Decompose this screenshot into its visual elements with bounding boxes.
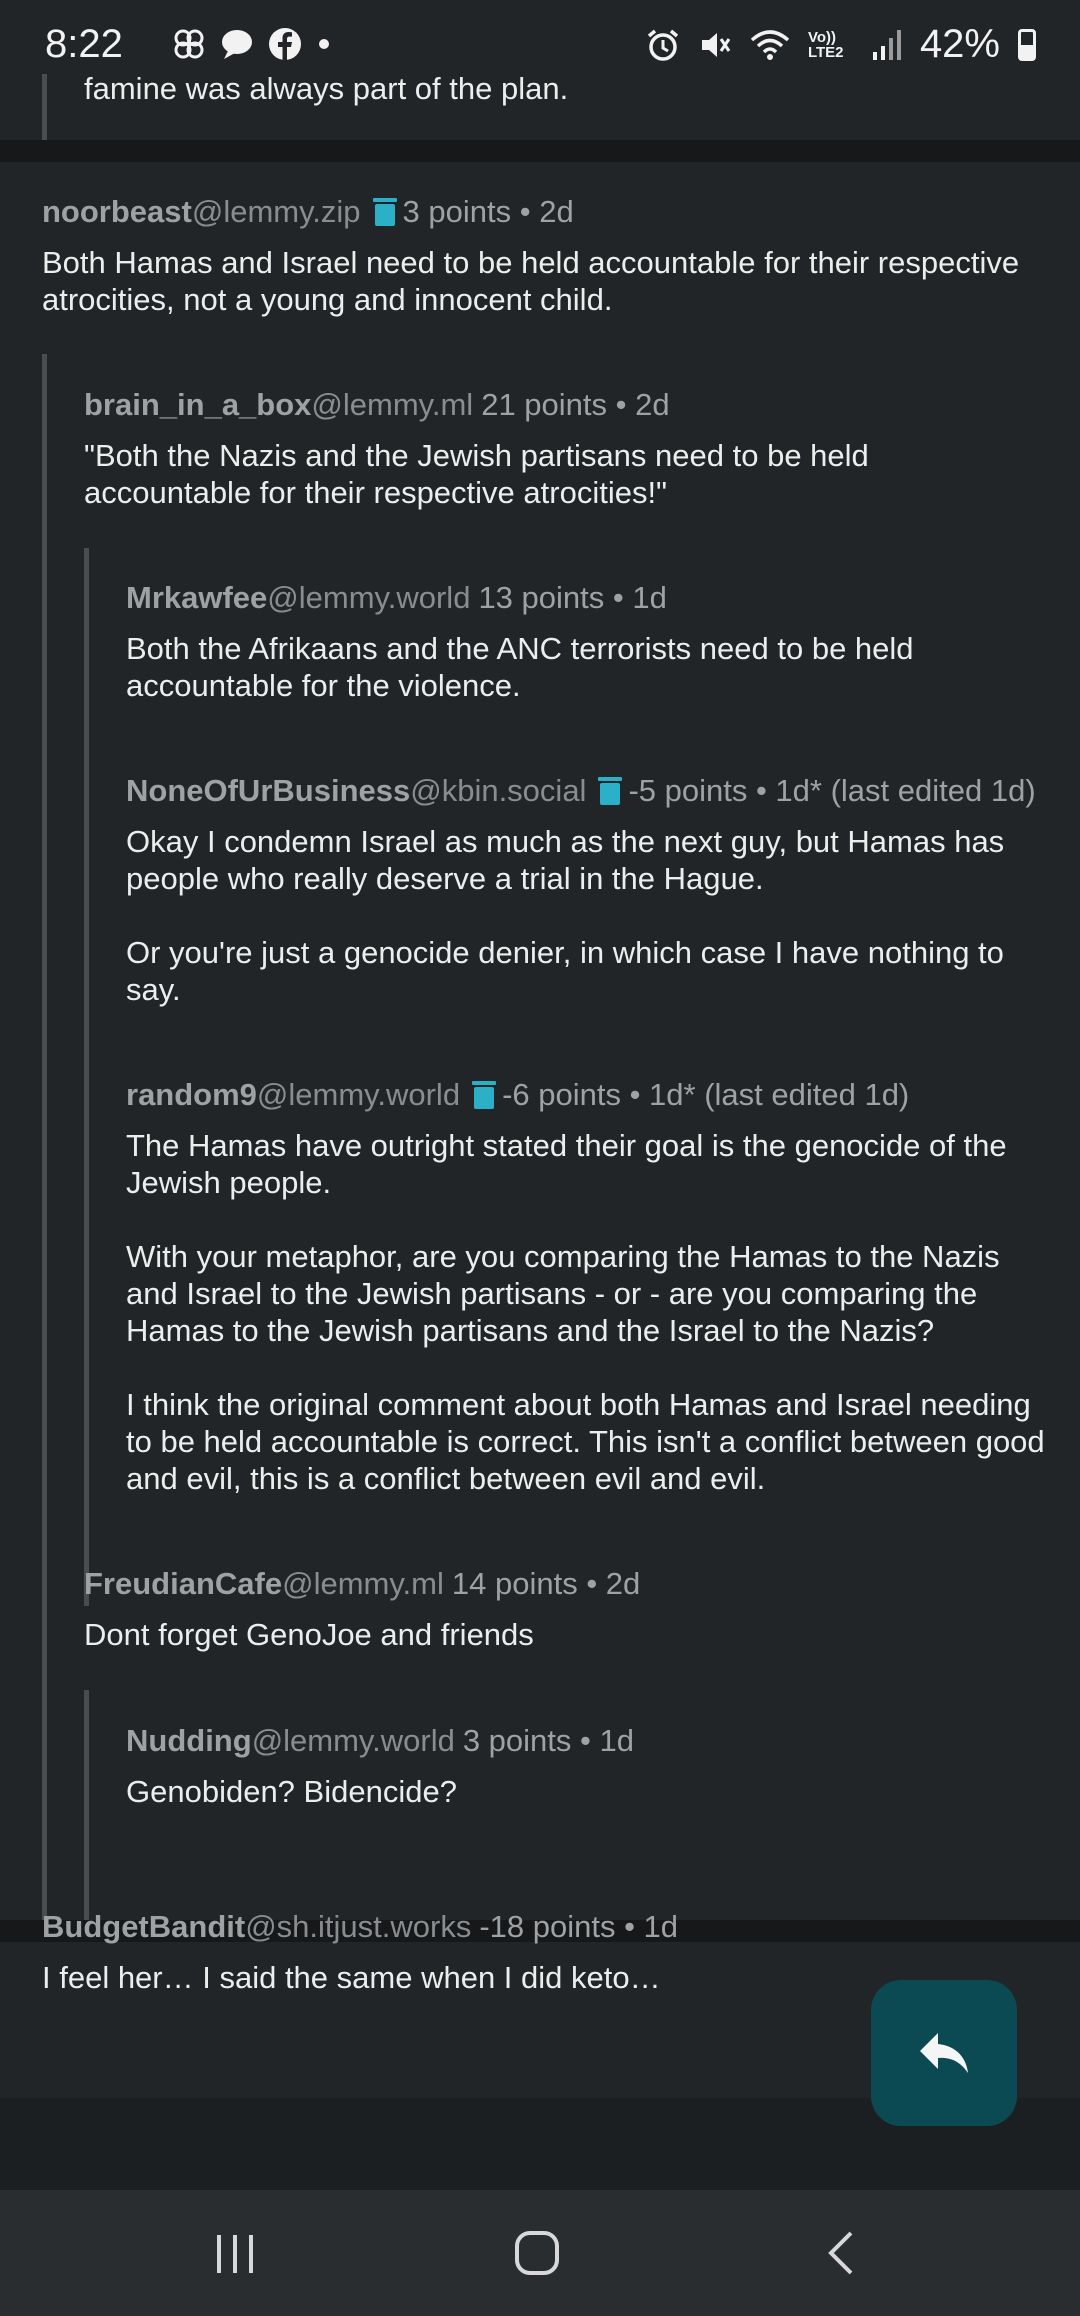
- comment-author[interactable]: FreudianCafe: [84, 1566, 282, 1602]
- comment-meta: BudgetBandit @sh.itjust.works -18 points •…: [42, 1909, 1042, 1945]
- comment-body: Dont forget GenoJoe and friends: [84, 1616, 1044, 1653]
- comment-score: -18 points • 1d: [479, 1909, 679, 1944]
- comment-score: 14 points • 2d: [451, 1566, 641, 1601]
- comment-paragraph: With your metaphor, are you comparing th…: [126, 1239, 1000, 1348]
- navigation-bar: [0, 2190, 1080, 2316]
- thread-line: [84, 1690, 89, 1920]
- status-bar: 8:22 Vo)) LTE2 42%: [0, 0, 1080, 74]
- comment-author[interactable]: brain_in_a_box: [84, 387, 311, 423]
- reply-icon: [920, 2033, 968, 2073]
- comment-meta: noorbeast @lemmy.zip 3 points • 2d: [42, 194, 1042, 230]
- pinwheel-icon: [174, 29, 204, 59]
- comment-author[interactable]: Mrkawfee: [126, 580, 267, 616]
- home-button[interactable]: [457, 2190, 617, 2316]
- comment-paragraph: Or you're just a genocide denier, in whi…: [126, 935, 1004, 1007]
- comment-instance: @kbin.social: [410, 773, 587, 808]
- comment-brain-in-a-box[interactable]: brain_in_a_box @lemmy.ml 21 points • 2d "B…: [84, 387, 1044, 511]
- trash-icon: [472, 1081, 497, 1109]
- comment-body: Okay I condemn Israel as much as the nex…: [126, 823, 1046, 1008]
- comment-instance: @lemmy.world: [267, 580, 471, 615]
- partial-comment[interactable]: famine was always part of the plan.: [84, 74, 1044, 107]
- comment-author[interactable]: BudgetBandit: [42, 1909, 245, 1945]
- comment-meta: FreudianCafe @lemmy.ml 14 points • 2d: [84, 1566, 1044, 1602]
- comment-meta: brain_in_a_box @lemmy.ml 21 points • 2d: [84, 387, 1044, 423]
- reply-button[interactable]: [871, 1980, 1017, 2126]
- comment-body: Both Hamas and Israel need to be held ac…: [42, 244, 1042, 318]
- signal-icon: [872, 29, 901, 60]
- system-icons: Vo)) LTE2 42%: [646, 22, 1036, 67]
- comment-thread[interactable]: famine was always part of the plan. noor…: [0, 74, 1080, 2190]
- comment-score: 13 points • 1d: [478, 580, 667, 615]
- wifi-icon: [750, 29, 790, 60]
- comment-paragraph: The Hamas have outright stated their goa…: [126, 1128, 1007, 1200]
- comment-paragraph: Both Hamas and Israel need to be held ac…: [42, 245, 1020, 317]
- comment-paragraph: Okay I condemn Israel as much as the nex…: [126, 824, 1005, 896]
- comment-nudding[interactable]: Nudding @lemmy.world 3 points • 1d Genobid…: [126, 1723, 1046, 1810]
- divider: [0, 140, 1080, 162]
- mute-icon: [701, 32, 731, 57]
- comment-instance: @lemmy.world: [251, 1723, 455, 1758]
- comment-noneofurbusiness[interactable]: NoneOfUrBusiness @kbin.social -5 points • …: [126, 773, 1046, 1008]
- comment-meta: random9 @lemmy.world -6 points • 1d* (last…: [126, 1077, 1046, 1113]
- comment-author[interactable]: random9: [126, 1077, 257, 1113]
- comment-instance: @sh.itjust.works: [245, 1909, 472, 1944]
- comment-noorbeast[interactable]: noorbeast @lemmy.zip 3 points • 2d Both Ha…: [42, 194, 1042, 318]
- trash-icon: [598, 777, 623, 805]
- comment-author[interactable]: Nudding: [126, 1723, 252, 1759]
- battery-percent: 42%: [919, 22, 1000, 66]
- comment-paragraph: Both the Afrikaans and the ANC terrorist…: [126, 631, 914, 703]
- comment-score: 21 points • 2d: [481, 387, 670, 422]
- comment-author[interactable]: noorbeast: [42, 194, 192, 230]
- comment-paragraph: "Both the Nazis and the Jewish partisans…: [84, 438, 869, 510]
- facebook-icon: [269, 28, 301, 60]
- thread-line: [84, 548, 89, 1606]
- comment-author[interactable]: NoneOfUrBusiness: [126, 773, 410, 809]
- trash-icon: [372, 198, 397, 226]
- comment-body: Both the Afrikaans and the ANC terrorist…: [126, 630, 1046, 704]
- thread-line: [42, 354, 47, 1920]
- comment-instance: @lemmy.ml: [311, 387, 474, 422]
- comment-meta: NoneOfUrBusiness @kbin.social -5 points • …: [126, 773, 1046, 809]
- comment-score: 3 points • 2d: [402, 194, 574, 229]
- dot-icon: [319, 39, 329, 49]
- comment-body: Genobiden? Bidencide?: [126, 1773, 1046, 1810]
- thread-line: [42, 74, 47, 140]
- comment-freudiancafe[interactable]: FreudianCafe @lemmy.ml 14 points • 2d Dont…: [84, 1566, 1044, 1653]
- volte-icon: Vo)) LTE2: [807, 28, 844, 61]
- comment-instance: @lemmy.world: [256, 1077, 461, 1112]
- comment-instance: @lemmy.ml: [282, 1566, 444, 1601]
- comment-body: famine was always part of the plan.: [84, 74, 569, 106]
- notification-icons: [172, 27, 332, 61]
- comment-score: -5 points • 1d* (last edited 1d): [628, 773, 1036, 808]
- comment-score: 3 points • 1d: [462, 1723, 634, 1758]
- battery-icon: [1018, 28, 1036, 61]
- comment-instance: @lemmy.zip: [191, 194, 361, 229]
- comment-score: -6 points • 1d* (last edited 1d): [502, 1077, 910, 1112]
- comment-paragraph: Genobiden? Bidencide?: [126, 1774, 457, 1809]
- comment-body: "Both the Nazis and the Jewish partisans…: [84, 437, 1044, 511]
- recent-apps-button[interactable]: [155, 2190, 315, 2316]
- comment-paragraph: Dont forget GenoJoe and friends: [84, 1617, 534, 1652]
- back-button[interactable]: [760, 2190, 920, 2316]
- chat-bubble-icon: [222, 30, 252, 59]
- comment-body: The Hamas have outright stated their goa…: [126, 1127, 1046, 1497]
- home-icon: [515, 2231, 559, 2275]
- comment-mrkawfee[interactable]: Mrkawfee @lemmy.world 13 points • 1d Both …: [126, 580, 1046, 704]
- alarm-icon: [647, 29, 679, 61]
- comment-random9[interactable]: random9 @lemmy.world -6 points • 1d* (last…: [126, 1077, 1046, 1497]
- comment-meta: Nudding @lemmy.world 3 points • 1d: [126, 1723, 1046, 1759]
- back-icon: [828, 2231, 853, 2275]
- recent-apps-icon: [217, 2235, 253, 2273]
- comment-meta: Mrkawfee @lemmy.world 13 points • 1d: [126, 580, 1046, 616]
- status-time: 8:22: [45, 22, 123, 66]
- comment-paragraph: I think the original comment about both …: [126, 1387, 1045, 1496]
